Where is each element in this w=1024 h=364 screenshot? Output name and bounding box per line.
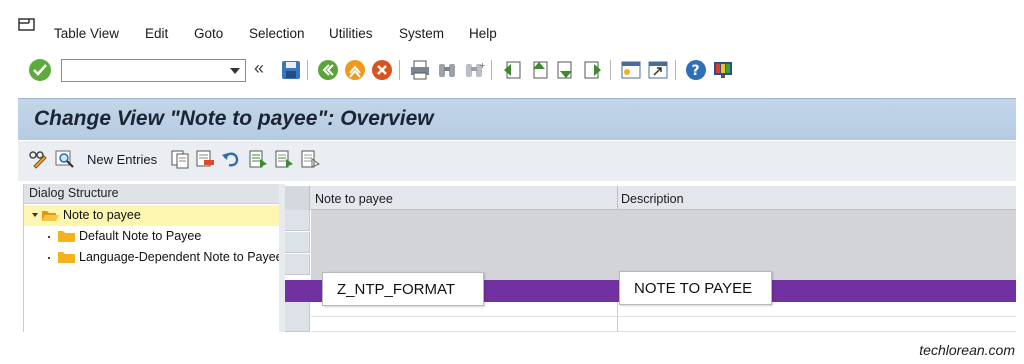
exit-icon[interactable] <box>344 59 366 81</box>
menu-bar: Table View Edit Goto Selection Utilities… <box>0 0 1024 56</box>
chevron-down-icon[interactable] <box>230 68 240 74</box>
new-entries-button[interactable]: New Entries <box>87 152 157 167</box>
toolbar-divider <box>610 60 611 80</box>
bottom-strip <box>0 334 1024 364</box>
open-folder-icon <box>42 211 59 221</box>
previous-page-icon[interactable] <box>528 59 550 81</box>
folder-icon <box>58 231 75 242</box>
note-to-payee-value: Z_NTP_FORMAT <box>322 272 484 306</box>
collapse-toolbar-icon[interactable]: « <box>254 58 264 79</box>
watermark: techlorean.com <box>919 342 1015 358</box>
note-to-payee-table: Note to payee Description <box>285 186 1016 332</box>
table-row[interactable] <box>311 317 1016 332</box>
tree-bullet <box>48 236 50 238</box>
column-header-note-to-payee[interactable]: Note to payee <box>315 192 393 206</box>
menu-selection[interactable]: Selection <box>249 26 305 41</box>
table-header: Note to payee Description <box>285 186 1016 210</box>
tree-item-language-dependent-note[interactable]: Language-Dependent Note to Payee <box>24 247 280 268</box>
row-selector[interactable] <box>285 210 310 231</box>
command-field[interactable] <box>61 59 246 82</box>
print-icon[interactable] <box>409 59 431 81</box>
create-session-icon[interactable] <box>620 59 642 81</box>
menu-utilities[interactable]: Utilities <box>329 26 373 41</box>
tree-item-label: Note to payee <box>63 208 141 222</box>
save-icon[interactable] <box>280 59 302 81</box>
checkmark-icon[interactable] <box>29 59 51 81</box>
find-next-icon[interactable]: + <box>463 59 486 81</box>
application-toolbar: New Entries <box>18 141 1016 181</box>
row-selector[interactable] <box>285 317 310 332</box>
copy-as-icon[interactable] <box>170 149 190 169</box>
select-all-column-button[interactable] <box>285 186 310 210</box>
tree-item-note-to-payee[interactable]: Note to payee <box>24 205 280 226</box>
menu-table-view[interactable]: Table View <box>54 26 119 41</box>
tree-item-label: Language-Dependent Note to Payee <box>79 250 280 264</box>
svg-text:+: + <box>479 61 485 70</box>
system-toolbar: « + ? <box>0 56 1024 92</box>
row-selector[interactable] <box>285 254 310 275</box>
dialog-structure-header: Dialog Structure <box>24 184 280 204</box>
toolbar-divider <box>675 60 676 80</box>
row-selector[interactable] <box>285 232 310 253</box>
folder-icon <box>58 252 75 263</box>
help-icon[interactable]: ? <box>685 59 707 81</box>
toolbar-divider <box>491 60 492 80</box>
display-change-icon[interactable] <box>28 149 48 169</box>
search-icon[interactable] <box>55 149 75 169</box>
column-divider <box>617 302 618 332</box>
svg-text:?: ? <box>692 63 700 79</box>
back-icon[interactable] <box>317 59 339 81</box>
table-data-area <box>311 210 1016 280</box>
select-block-icon[interactable] <box>274 149 294 169</box>
cancel-icon[interactable] <box>371 59 393 81</box>
first-page-icon[interactable] <box>501 59 523 81</box>
menu-toggle-icon[interactable] <box>18 18 38 34</box>
select-all-icon[interactable] <box>248 149 268 169</box>
customize-layout-icon[interactable] <box>712 59 734 81</box>
find-icon[interactable] <box>436 59 458 81</box>
menu-edit[interactable]: Edit <box>145 26 168 41</box>
toolbar-divider <box>307 60 308 80</box>
tree-item-default-note[interactable]: Default Note to Payee <box>24 226 280 247</box>
tree-item-label: Default Note to Payee <box>79 229 202 243</box>
command-input[interactable] <box>64 62 224 79</box>
page-title: Change View "Note to payee": Overview <box>34 107 434 130</box>
toolbar-divider <box>399 60 400 80</box>
title-bar: Change View "Note to payee": Overview <box>18 98 1016 140</box>
last-page-icon[interactable] <box>582 59 604 81</box>
menu-help[interactable]: Help <box>469 26 497 41</box>
deselect-all-icon[interactable] <box>300 149 321 169</box>
undo-icon[interactable] <box>221 149 241 169</box>
menu-goto[interactable]: Goto <box>194 26 223 41</box>
dialog-structure-panel: Dialog Structure Note to payee Default N… <box>23 184 280 332</box>
column-divider <box>617 186 618 210</box>
menu-system[interactable]: System <box>399 26 444 41</box>
tree-bullet <box>48 257 50 259</box>
description-value: NOTE TO PAYEE <box>619 271 772 305</box>
shortcut-icon[interactable] <box>647 59 669 81</box>
expand-arrow-icon[interactable] <box>32 213 38 217</box>
delete-icon[interactable] <box>195 149 215 169</box>
column-header-description[interactable]: Description <box>621 192 684 206</box>
next-page-icon[interactable] <box>555 59 577 81</box>
